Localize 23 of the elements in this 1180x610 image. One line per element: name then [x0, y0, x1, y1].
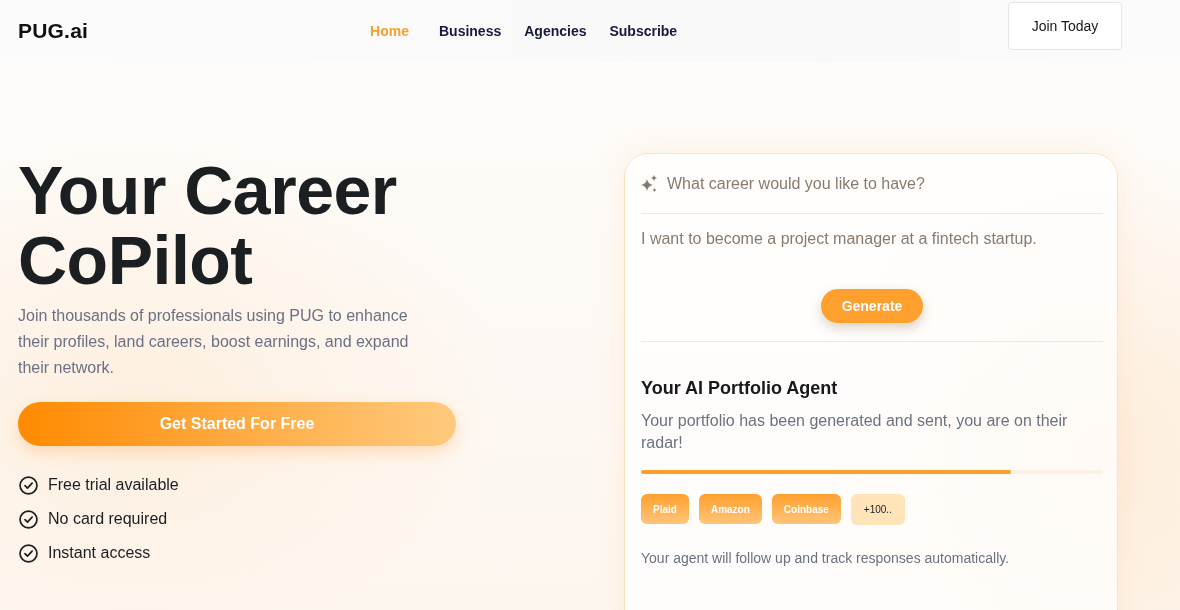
agent-title: Your AI Portfolio Agent [641, 377, 839, 400]
check-circle-icon [19, 509, 38, 529]
agent-message: Your portfolio has been generated and sent, you are on their radar! [641, 411, 1069, 453]
nav-link[interactable]: Subscribe [609, 23, 678, 39]
logo[interactable]: PUG.ai [18, 19, 89, 43]
join-button[interactable]: Join Today [1008, 2, 1122, 50]
hero-description: Join thousands of professionals using PUG to enhance their profiles, land careers, boost earnings, and expand their network. [18, 306, 410, 378]
more-tag: +100.. [850, 494, 905, 525]
company-tag: Coinbase [771, 494, 841, 524]
prompt-label: What career would you like to have? [667, 175, 925, 193]
sparkle-icon [641, 175, 658, 193]
feature-text: No card required [48, 510, 168, 528]
company-tag: Amazon [698, 494, 762, 524]
feature-text: Instant access [48, 544, 151, 562]
check-circle-icon [19, 543, 38, 563]
prompt-field[interactable]: I want to become a project manager at a fintech startup. [641, 229, 1103, 283]
feature-text: Free trial available [48, 476, 179, 494]
hero-title: Your Career CoPilot [18, 155, 398, 295]
agent-note: Your agent will follow up and track responses automatically. [641, 549, 1011, 568]
nav-link[interactable]: Business [438, 23, 502, 39]
company-tag: Plaid [641, 494, 689, 524]
check-circle-icon [19, 475, 38, 495]
nav-link[interactable]: Agencies [524, 23, 587, 39]
